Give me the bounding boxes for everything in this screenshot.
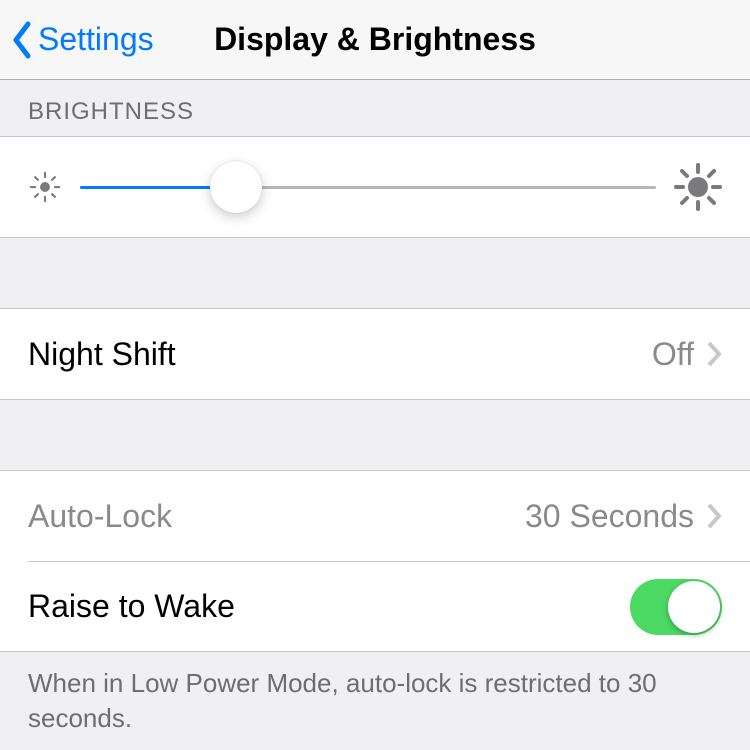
chevron-right-icon — [706, 341, 722, 367]
auto-lock-footer: When in Low Power Mode, auto-lock is res… — [0, 652, 750, 750]
brightness-low-icon — [28, 170, 62, 204]
brightness-high-icon — [674, 163, 722, 211]
brightness-section-header: BRIGHTNESS — [0, 80, 750, 136]
night-shift-label: Night Shift — [28, 336, 176, 373]
night-shift-row[interactable]: Night Shift Off — [0, 309, 750, 399]
raise-to-wake-row: Raise to Wake — [28, 561, 750, 651]
night-shift-group: Night Shift Off — [0, 308, 750, 400]
brightness-slider-cell — [0, 137, 750, 237]
switch-thumb — [668, 581, 720, 633]
nav-bar: Settings Display & Brightness — [0, 0, 750, 80]
raise-to-wake-label: Raise to Wake — [28, 588, 235, 625]
auto-lock-row[interactable]: Auto-Lock 30 Seconds — [0, 471, 750, 561]
chevron-left-icon — [10, 20, 34, 60]
night-shift-value: Off — [652, 336, 694, 373]
back-button[interactable]: Settings — [0, 20, 154, 60]
back-label: Settings — [38, 21, 154, 58]
auto-lock-label: Auto-Lock — [28, 498, 172, 535]
lock-wake-group: Auto-Lock 30 Seconds Raise to Wake — [0, 470, 750, 652]
chevron-right-icon — [706, 503, 722, 529]
brightness-group — [0, 136, 750, 238]
brightness-slider[interactable] — [80, 161, 656, 213]
slider-thumb[interactable] — [210, 161, 262, 213]
auto-lock-value: 30 Seconds — [525, 498, 694, 535]
raise-to-wake-switch[interactable] — [630, 579, 722, 635]
